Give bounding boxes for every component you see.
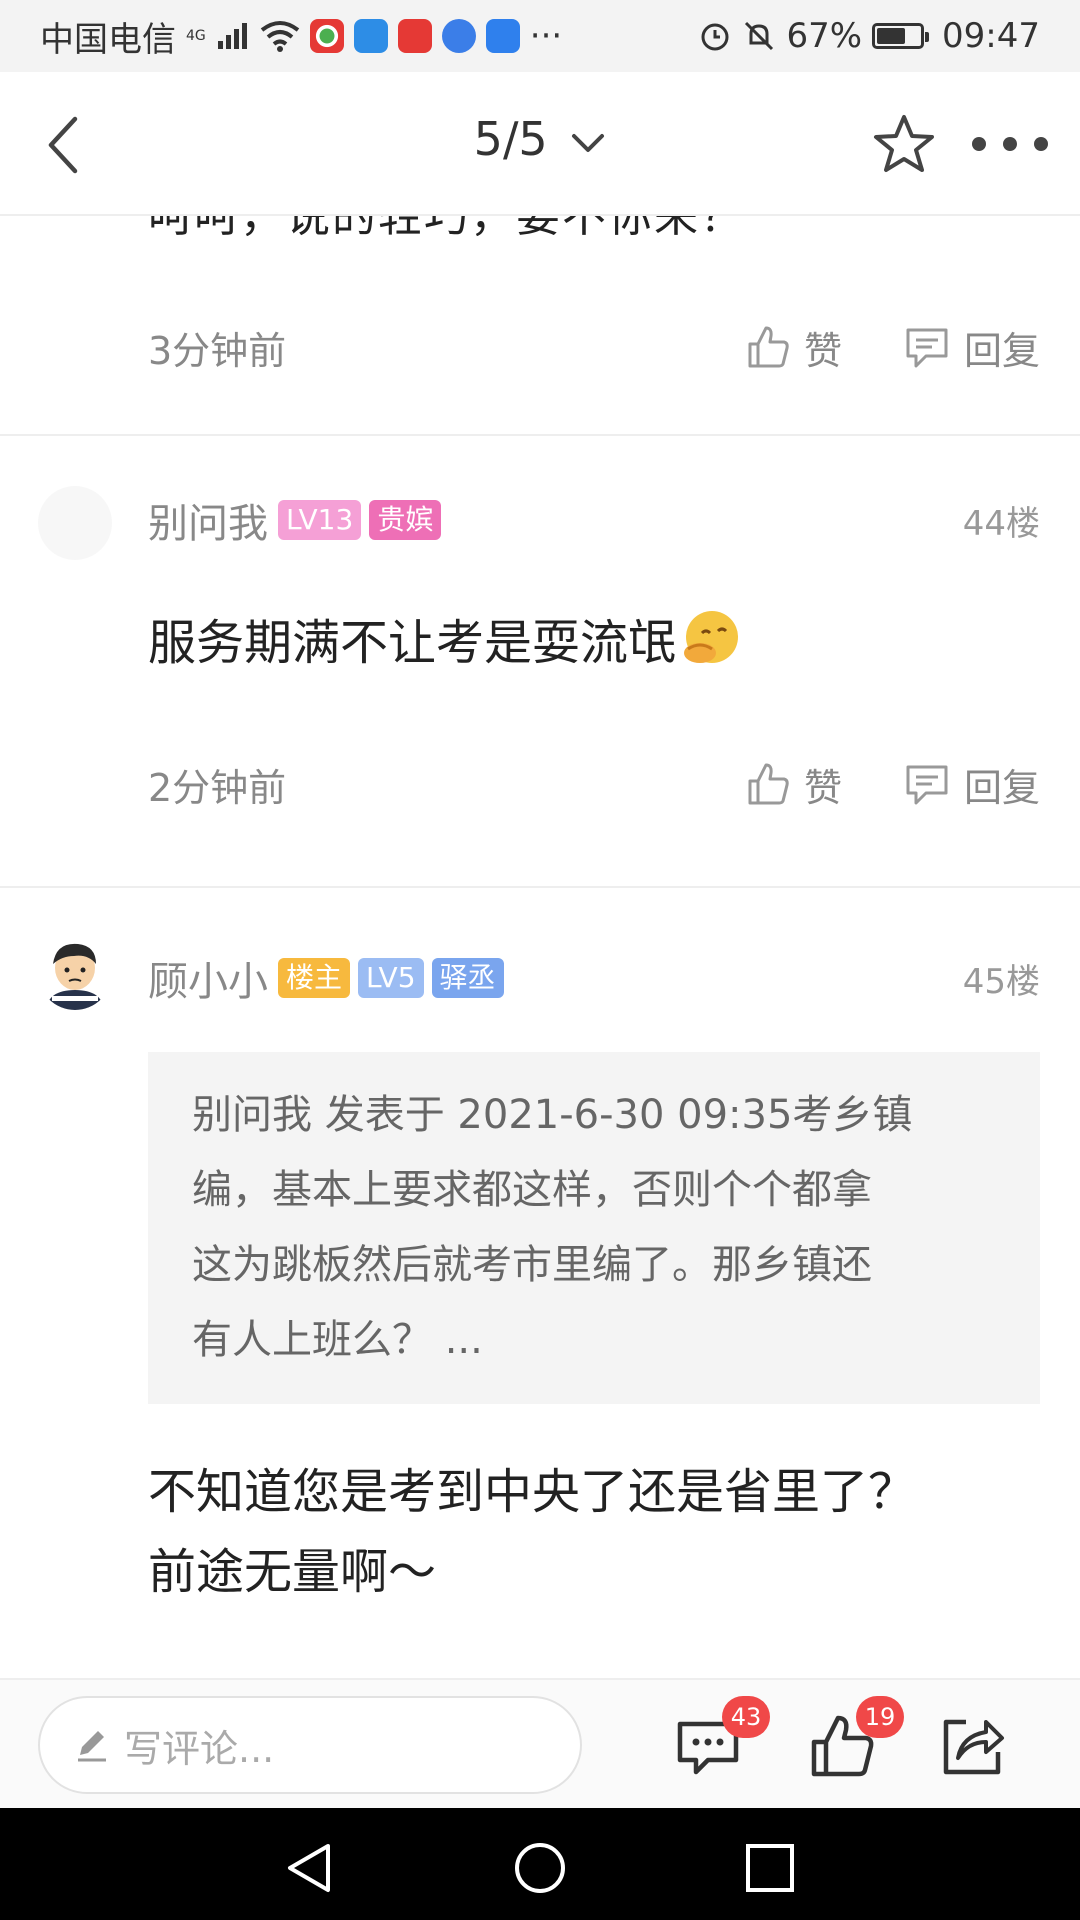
quote-line: 编，基本上要求都这样，否则个个都拿: [192, 1167, 872, 1213]
reply-button[interactable]: 回复: [904, 320, 1040, 375]
more-notifications: ···: [529, 16, 563, 56]
divider: [0, 886, 1080, 888]
weather-app-icon: [353, 19, 388, 53]
author-name[interactable]: 别问我: [148, 491, 268, 549]
post-text-line: 前途无量啊～: [148, 1544, 437, 1600]
gift-app-icon: [397, 19, 432, 53]
thumbs-up-icon: [748, 326, 789, 368]
author-name[interactable]: 顾小小: [148, 949, 268, 1007]
status-left: 中国电信 4G ···: [40, 12, 562, 61]
post-content: 不知道您是考到中央了还是省里了？ 前途无量啊～: [148, 1452, 1040, 1612]
floor-number: 45楼: [962, 961, 1040, 1002]
quote-line: 有人上班么？ ...: [192, 1317, 483, 1363]
nav-home-circle-icon[interactable]: [512, 1840, 568, 1896]
signal-app-icon: [485, 19, 520, 53]
mute-icon: [745, 21, 774, 51]
divider: [0, 434, 1080, 436]
floor-number: 44楼: [962, 503, 1040, 544]
share-icon: [943, 1719, 1004, 1775]
status-bar: 中国电信 4G ··· 67% 09:47: [0, 0, 1080, 72]
wifi-icon: [260, 21, 299, 52]
more-dot-icon: [1034, 137, 1048, 151]
network-type: 4G: [186, 28, 206, 44]
post-author-row: 别问我 LV13 贵嫔 44楼: [148, 490, 1040, 550]
previous-post-text: 呵呵，说的轻巧，要不你来？: [148, 216, 746, 242]
like-post-button[interactable]: 19: [806, 1696, 904, 1782]
comments-button[interactable]: 43: [672, 1696, 770, 1782]
hand-over-mouth-emoji-icon: [684, 611, 739, 663]
bottom-action-bar: 写评论... 43 19: [0, 1678, 1080, 1808]
level-badge: LV13: [278, 500, 362, 540]
pencil-icon: [78, 1731, 106, 1762]
post-text-line: 不知道您是考到中央了还是省里了？: [148, 1464, 917, 1520]
comment-feed[interactable]: 呵呵，说的轻巧，要不你来？ 3分钟前 赞 回复 别问我 LV13 贵嫔 44楼 …: [0, 216, 1080, 1678]
avatar[interactable]: [38, 486, 112, 560]
like-button[interactable]: 赞: [746, 320, 842, 375]
post-time: 3分钟前: [148, 328, 287, 373]
quote-line: 这为跳板然后就考市里编了。那乡镇还: [192, 1242, 872, 1288]
comment-placeholder: 写评论...: [124, 1726, 275, 1771]
reply-label: 回复: [963, 765, 1040, 810]
comment-input[interactable]: 写评论...: [38, 1696, 582, 1794]
previous-post-meta: 3分钟前 赞 回复: [148, 317, 1040, 377]
favorite-star-button[interactable]: [872, 112, 936, 176]
level-badge: LV5: [358, 958, 424, 998]
comment-icon: [906, 765, 948, 805]
system-nav-bar: [0, 1808, 1080, 1920]
more-dot-icon: [1003, 137, 1017, 151]
thumbs-up-icon: [748, 763, 789, 805]
reply-button[interactable]: 回复: [904, 757, 1040, 812]
like-label: 赞: [803, 328, 842, 373]
comment-icon: [906, 328, 948, 368]
avatar[interactable]: [38, 936, 112, 1010]
nav-back-triangle-icon[interactable]: [282, 1840, 338, 1896]
op-badge: 楼主: [278, 958, 351, 998]
browser-app-icon: [309, 19, 344, 53]
share-button[interactable]: [936, 1710, 1008, 1782]
alarm-icon: [701, 23, 729, 51]
post-text: 服务期满不让考是耍流氓: [148, 615, 677, 671]
like-button[interactable]: 赞: [746, 757, 842, 812]
signal-icon: [217, 23, 247, 49]
battery-percent: 67%: [786, 16, 863, 56]
nav-recents-square-icon[interactable]: [742, 1840, 798, 1896]
carrier-name: 中国电信: [40, 19, 176, 60]
quoted-post[interactable]: 别问我 发表于 2021-6-30 09:35考乡镇 编，基本上要求都这样，否则…: [148, 1052, 1040, 1404]
globe-app-icon: [441, 19, 476, 53]
battery-icon: [872, 23, 930, 49]
page-indicator-label: 5/5: [473, 112, 548, 166]
like-count-badge: 19: [856, 1696, 904, 1738]
title-badge: 贵嫔: [369, 500, 442, 540]
quote-line: 别问我 发表于 2021-6-30 09:35考乡镇: [192, 1092, 913, 1138]
chevron-down-icon: [572, 133, 605, 152]
reply-label: 回复: [963, 328, 1040, 373]
post-meta: 2分钟前 赞 回复: [148, 754, 1040, 814]
comment-count-badge: 43: [722, 1696, 770, 1738]
clock: 09:47: [942, 16, 1040, 56]
status-right: 67% 09:47: [698, 16, 1040, 56]
post-content: 服务期满不让考是耍流氓: [148, 604, 1040, 682]
like-label: 赞: [803, 765, 842, 810]
more-options-button[interactable]: [972, 120, 1048, 168]
post-author-row: 顾小小 楼主 LV5 驿丞 45楼: [148, 948, 1040, 1008]
title-badge: 驿丞: [431, 958, 504, 998]
post-time: 2分钟前: [148, 765, 287, 810]
more-dot-icon: [972, 137, 986, 151]
top-nav-bar: 5/5: [0, 72, 1080, 216]
